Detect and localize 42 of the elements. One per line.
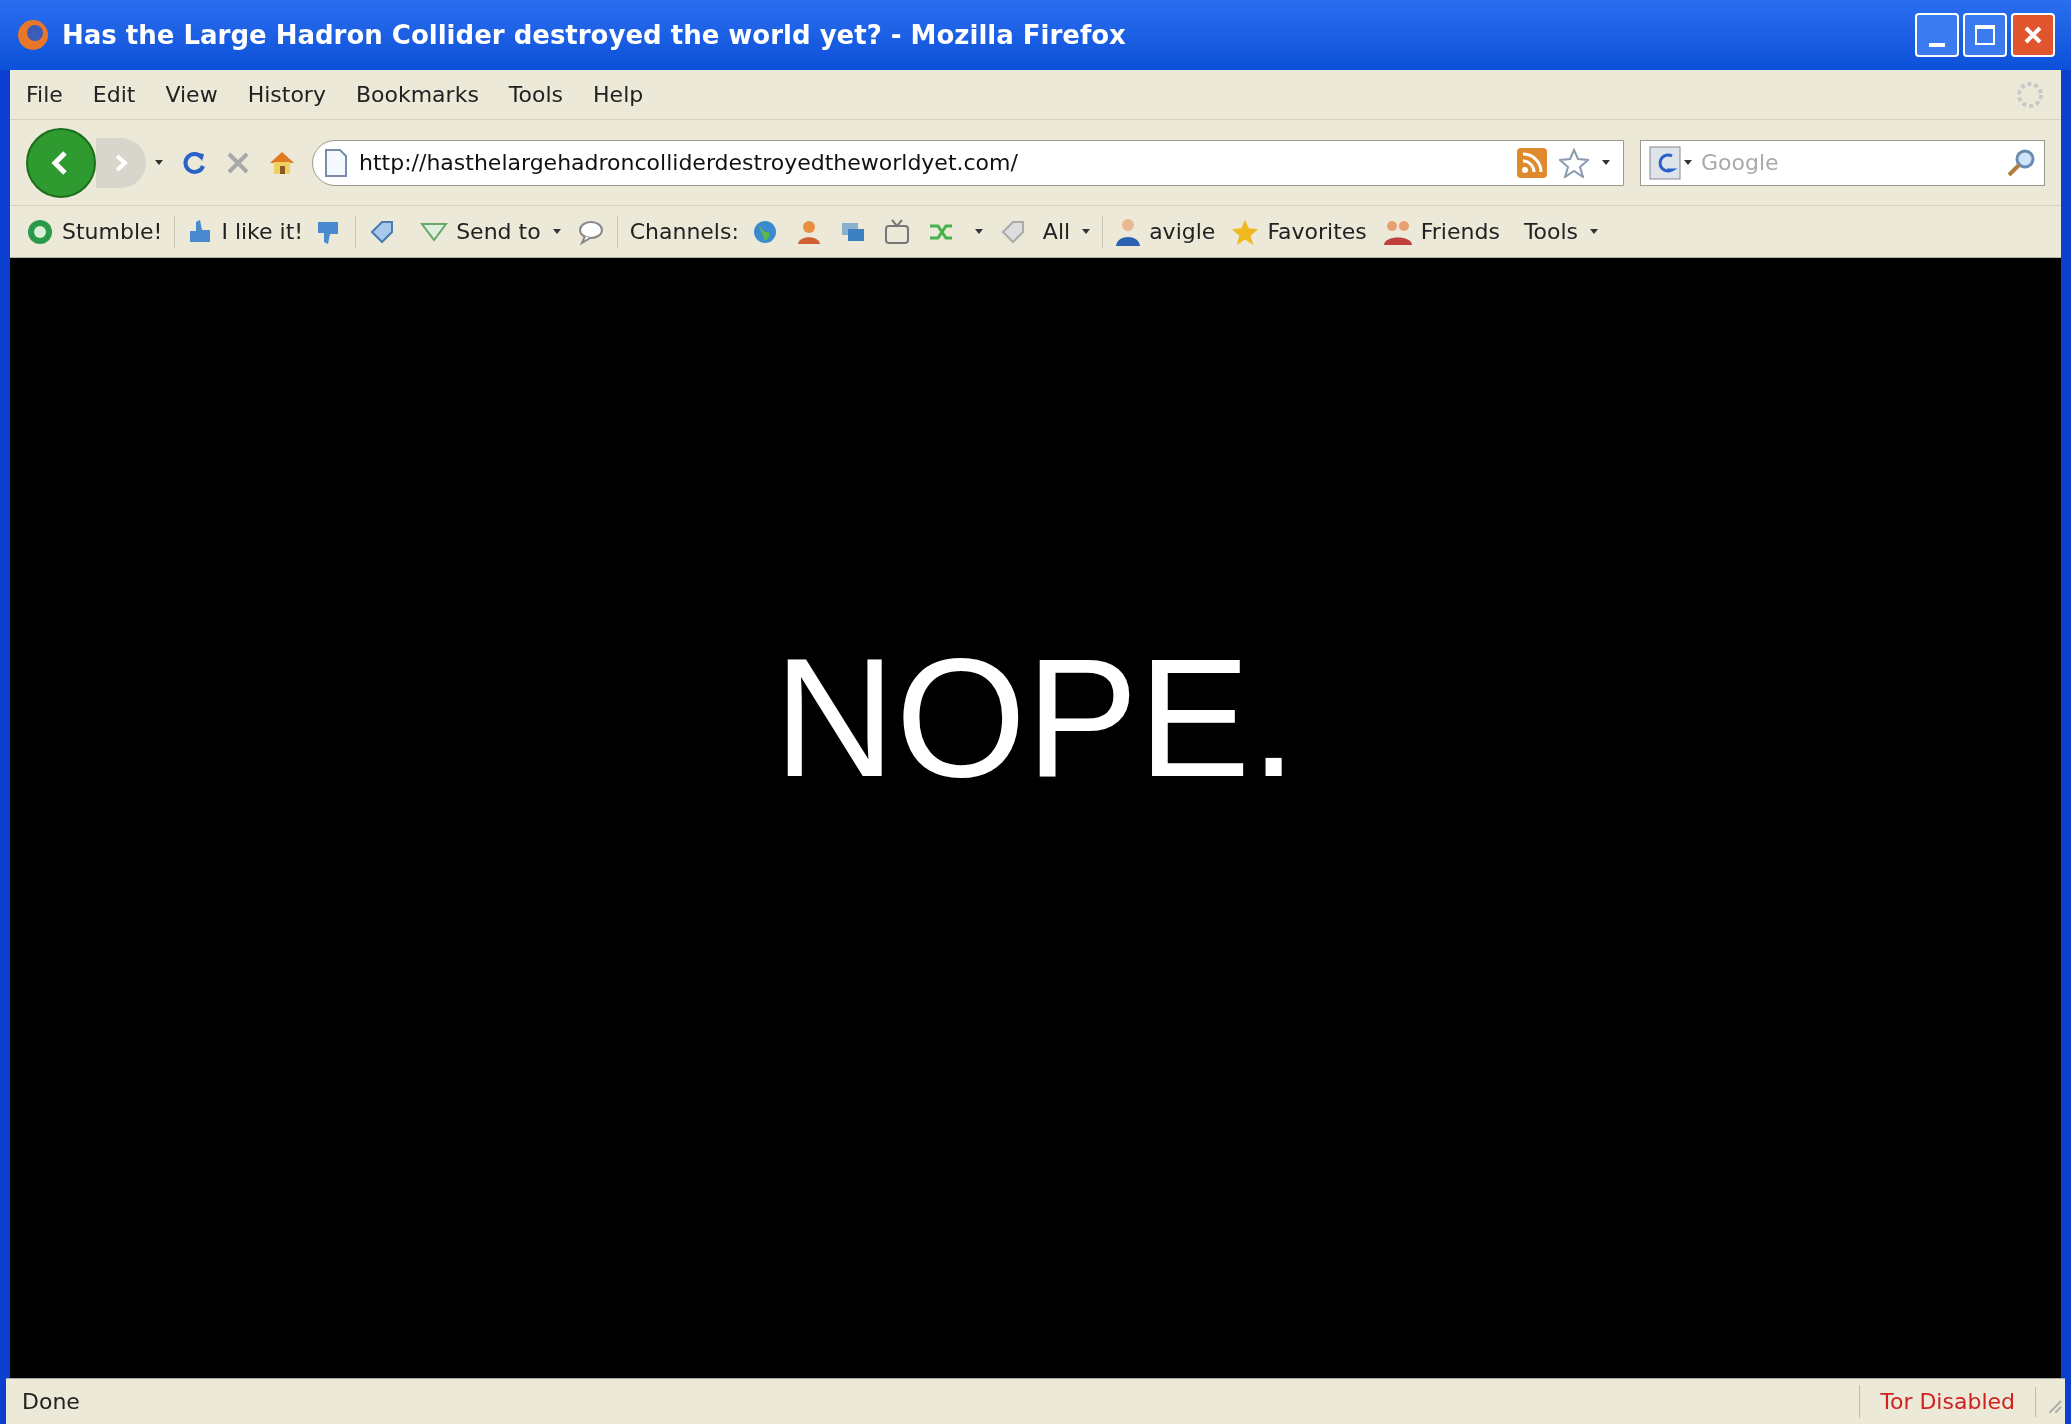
- search-field[interactable]: Google: [1640, 139, 2045, 186]
- menu-item[interactable]: File: [26, 78, 63, 111]
- star-icon[interactable]: [1559, 147, 1589, 178]
- menu-item[interactable]: History: [247, 78, 326, 111]
- menu-item[interactable]: Tools: [508, 78, 564, 111]
- page-heading: NOPE.: [774, 634, 1297, 802]
- menu-item[interactable]: View: [165, 78, 218, 111]
- maximize-button[interactable]: [1963, 13, 2007, 57]
- url-text: http://hasthelargehadroncolliderdestroyedtheworldyet.com/: [359, 149, 1019, 177]
- all-button[interactable]: All: [1042, 215, 1071, 248]
- menu-item[interactable]: Edit: [92, 78, 136, 111]
- resize-grip-icon[interactable]: [2035, 1386, 2065, 1417]
- window-title: Has the Large Hadron Collider destroyed the world yet? - Mozilla Firefox: [62, 18, 1127, 52]
- caret-icon[interactable]: [154, 159, 164, 166]
- send-to-button[interactable]: Send to: [456, 215, 541, 248]
- user-icon: [1115, 216, 1142, 247]
- close-button[interactable]: [2011, 13, 2055, 57]
- caret-icon: [974, 228, 983, 235]
- channels-label: Channels:: [629, 218, 739, 246]
- firefox-icon: [16, 18, 50, 52]
- search-icon[interactable]: [2006, 147, 2036, 178]
- rss-icon[interactable]: [1517, 147, 1547, 178]
- menu-item[interactable]: Help: [593, 78, 644, 111]
- friends-button[interactable]: Friends: [1420, 215, 1500, 248]
- tv-icon[interactable]: [882, 217, 911, 246]
- page-icon: [325, 148, 347, 177]
- close-icon: [2023, 25, 2043, 45]
- url-field[interactable]: http://hasthelargehadroncolliderdestroyedtheworldyet.com/: [312, 139, 1624, 186]
- minimize-button[interactable]: [1915, 13, 1959, 57]
- tor-status[interactable]: Tor Disabled: [1859, 1385, 2035, 1418]
- menu-item[interactable]: Bookmarks: [355, 78, 479, 111]
- throbber-icon: [2015, 79, 2045, 110]
- search-engine-icon[interactable]: [1649, 145, 1693, 180]
- favorites-button[interactable]: Favorites: [1267, 215, 1367, 248]
- caret-icon[interactable]: [1601, 159, 1611, 166]
- like-button[interactable]: I like it!: [221, 215, 304, 248]
- stumble-button[interactable]: Stumble!: [62, 215, 163, 248]
- tools-button[interactable]: Tools: [1523, 215, 1579, 248]
- status-text: Done: [21, 1388, 81, 1416]
- search-input[interactable]: Google: [1701, 146, 1998, 179]
- stumble-icon: [26, 217, 54, 246]
- user-button[interactable]: avigle: [1149, 215, 1216, 248]
